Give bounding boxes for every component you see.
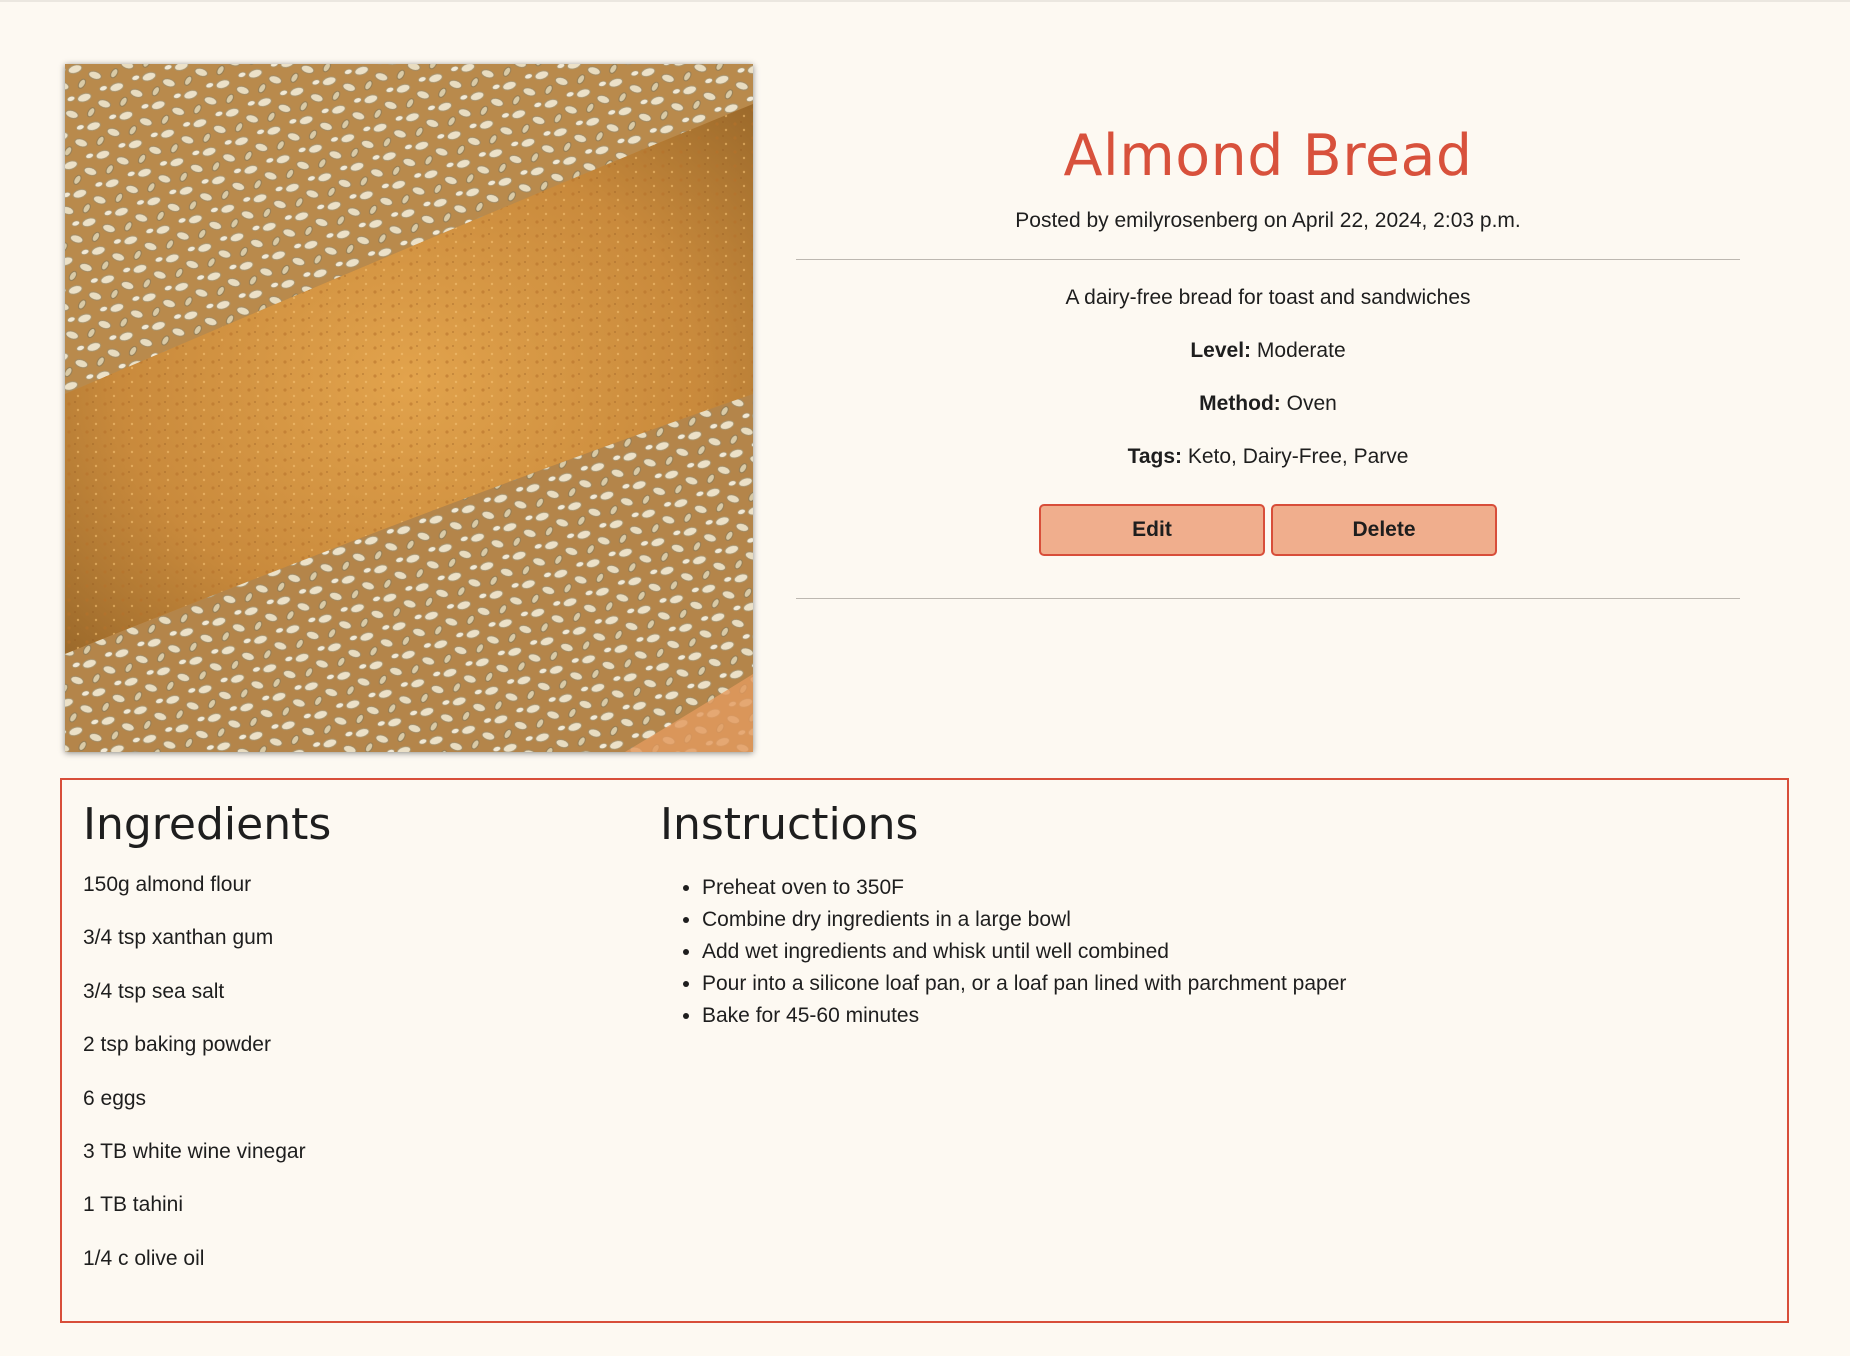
- tags-value: Keto, Dairy-Free, Parve: [1187, 445, 1409, 468]
- instruction-step: Combine dry ingredients in a large bowl: [702, 904, 1760, 936]
- divider-bottom: [796, 598, 1740, 599]
- recipe-description: A dairy-free bread for toast and sandwic…: [1065, 286, 1471, 309]
- ingredient-item: 1/4 c olive oil: [83, 1246, 205, 1270]
- recipe-level: Level: Moderate: [796, 338, 1740, 364]
- recipe-content-box: Ingredients 150g almond flour 3/4 tsp xa…: [60, 778, 1789, 1323]
- tags-label: Tags:: [1127, 445, 1183, 468]
- ingredient-item: 1 TB tahini: [83, 1193, 184, 1217]
- ingredient-item: 150g almond flour: [83, 873, 252, 896]
- action-buttons: Edit Delete: [796, 504, 1740, 556]
- recipe-details: Almond Bread Posted by emilyrosenberg on…: [796, 102, 1740, 599]
- edit-button[interactable]: Edit: [1039, 504, 1265, 556]
- posted-by: Posted by emilyrosenberg on April 22, 20…: [1015, 209, 1521, 232]
- method-value: Oven: [1286, 392, 1337, 415]
- recipe-method: Method: Oven: [796, 391, 1740, 417]
- instruction-step: Add wet ingredients and whisk until well…: [702, 936, 1760, 968]
- instructions-section: Instructions Preheat oven to 350F Combin…: [660, 798, 1760, 1032]
- instruction-step: Preheat oven to 350F: [702, 872, 1760, 904]
- level-value: Moderate: [1256, 339, 1346, 362]
- ingredients-section: Ingredients 150g almond flour 3/4 tsp xa…: [83, 798, 623, 1299]
- recipe-photo: [65, 64, 753, 752]
- instructions-heading: Instructions: [660, 799, 919, 850]
- ingredients-heading: Ingredients: [83, 799, 332, 850]
- recipe-tags: Tags: Keto, Dairy-Free, Parve: [796, 444, 1740, 470]
- instruction-step: Bake for 45-60 minutes: [702, 1000, 1760, 1032]
- recipe-title: Almond Bread: [1063, 123, 1473, 189]
- level-label: Level:: [1190, 339, 1252, 362]
- instruction-step: Pour into a silicone loaf pan, or a loaf…: [702, 968, 1760, 1000]
- ingredients-list: 150g almond flour 3/4 tsp xanthan gum 3/…: [83, 872, 623, 1272]
- delete-button[interactable]: Delete: [1271, 504, 1497, 556]
- method-label: Method:: [1199, 392, 1281, 415]
- ingredient-item: 6 eggs: [83, 1086, 147, 1110]
- instructions-list: Preheat oven to 350F Combine dry ingredi…: [660, 872, 1760, 1032]
- ingredient-item: 3/4 tsp sea salt: [83, 979, 225, 1003]
- ingredient-item: 2 tsp baking powder: [83, 1033, 271, 1057]
- divider-top: [796, 259, 1740, 260]
- ingredient-item: 3/4 tsp xanthan gum: [83, 926, 274, 950]
- ingredient-item: 3 TB white wine vinegar: [83, 1139, 306, 1163]
